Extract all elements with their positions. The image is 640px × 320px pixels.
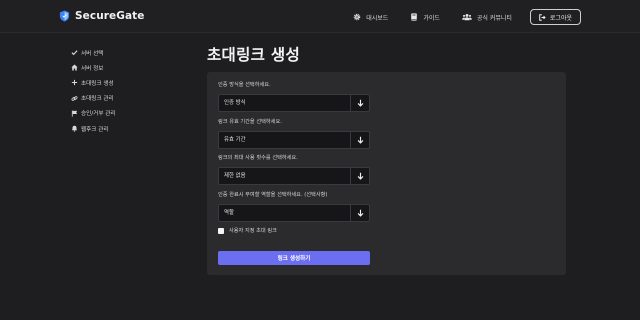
max-uses-field: 링크의 최대 사용 횟수를 선택하세요. 제한 없음 xyxy=(218,154,370,185)
invite-form-card: 인증 방식을 선택하세요. 인증 방식 링크 유효 기간을 선택하세요. 유효 … xyxy=(207,72,566,275)
sidebar-item-approval[interactable]: 승인/거부 관리 xyxy=(71,106,116,121)
brand[interactable]: SecureGate xyxy=(59,10,145,22)
select-value: 역할 xyxy=(224,210,234,216)
select-value: 제한 없음 xyxy=(224,173,246,179)
max-uses-select[interactable]: 제한 없음 xyxy=(218,167,370,185)
create-link-button[interactable]: 링크 생성하기 xyxy=(218,251,370,265)
arrow-down-icon xyxy=(350,168,369,184)
field-label: 링크의 최대 사용 횟수를 선택하세요. xyxy=(218,155,298,161)
auth-method-select[interactable]: 인증 방식 xyxy=(218,94,370,112)
gear-icon xyxy=(353,13,361,21)
custom-link-label: 사용자 지정 초대 링크 xyxy=(229,228,277,234)
flag-icon xyxy=(71,110,78,117)
select-value: 유효 기간 xyxy=(224,137,246,143)
sidebar-item-label: 서버 정보 xyxy=(81,65,104,72)
sidebar-item-server-info[interactable]: 서버 정보 xyxy=(71,60,116,75)
logout-button-label: 로그아웃 xyxy=(549,14,572,22)
nav-guide-label: 가이드 xyxy=(423,14,440,22)
nav-dashboard-label: 대시보드 xyxy=(366,14,389,22)
plus-icon xyxy=(71,79,78,86)
sidebar-item-webhook[interactable]: 웹후크 관리 xyxy=(71,121,116,136)
expiry-select[interactable]: 유효 기간 xyxy=(218,131,370,149)
arrow-down-icon xyxy=(350,132,369,148)
sidebar-item-label: 승인/거부 관리 xyxy=(81,111,116,118)
role-field: 인증 완료시 부여할 역할을 선택하세요. (선택사항) 역할 xyxy=(218,191,370,222)
logout-button[interactable]: 로그아웃 xyxy=(529,9,581,25)
auth-method-field: 인증 방식을 선택하세요. 인증 방식 xyxy=(218,81,370,112)
nav-community-label: 공식 커뮤니티 xyxy=(476,14,512,22)
sidebar-item-create-invite[interactable]: 초대링크 생성 xyxy=(71,75,116,90)
field-label: 링크 유효 기간을 선택하세요. xyxy=(218,119,282,125)
shield-icon xyxy=(59,10,70,22)
home-icon xyxy=(71,64,78,71)
nav-community[interactable]: 공식 커뮤니티 xyxy=(462,9,512,25)
users-icon xyxy=(462,13,472,21)
sidebar: 서버 선택 서버 정보 초대링크 생성 초대링크 관리 승인/거부 관리 웹후크 xyxy=(71,45,116,136)
book-icon xyxy=(411,13,418,21)
role-select[interactable]: 역할 xyxy=(218,204,370,222)
arrow-down-icon xyxy=(350,95,369,111)
field-label: 인증 방식을 선택하세요. xyxy=(218,82,271,88)
nav-guide[interactable]: 가이드 xyxy=(410,9,440,25)
sidebar-item-label: 웹후크 관리 xyxy=(81,126,109,133)
top-nav: 대시보드 가이드 공식 커뮤니티 로그아웃 xyxy=(331,9,581,25)
sidebar-item-server-select[interactable]: 서버 선택 xyxy=(71,45,116,60)
link-icon xyxy=(71,95,78,102)
field-label: 인증 완료시 부여할 역할을 선택하세요. (선택사항) xyxy=(218,192,328,198)
select-value: 인증 방식 xyxy=(224,100,246,106)
expiry-field: 링크 유효 기간을 선택하세요. 유효 기간 xyxy=(218,118,370,149)
custom-link-option[interactable]: 사용자 지정 초대 링크 xyxy=(218,227,277,234)
sidebar-item-label: 서버 선택 xyxy=(81,50,104,57)
custom-link-checkbox[interactable] xyxy=(218,227,224,234)
arrow-down-icon xyxy=(350,205,369,221)
logout-icon xyxy=(539,13,546,21)
sidebar-item-manage-invites[interactable]: 초대링크 관리 xyxy=(71,91,116,106)
sidebar-item-label: 초대링크 관리 xyxy=(81,96,114,103)
page-title: 초대링크 생성 xyxy=(207,46,301,64)
nav-dashboard[interactable]: 대시보드 xyxy=(353,9,388,25)
sidebar-item-label: 초대링크 생성 xyxy=(81,80,114,87)
brand-name: SecureGate xyxy=(75,10,145,22)
check-icon xyxy=(71,49,78,56)
top-navbar: SecureGate 대시보드 가이드 공식 커뮤니티 로그아웃 xyxy=(0,0,640,33)
bell-icon xyxy=(71,125,78,132)
